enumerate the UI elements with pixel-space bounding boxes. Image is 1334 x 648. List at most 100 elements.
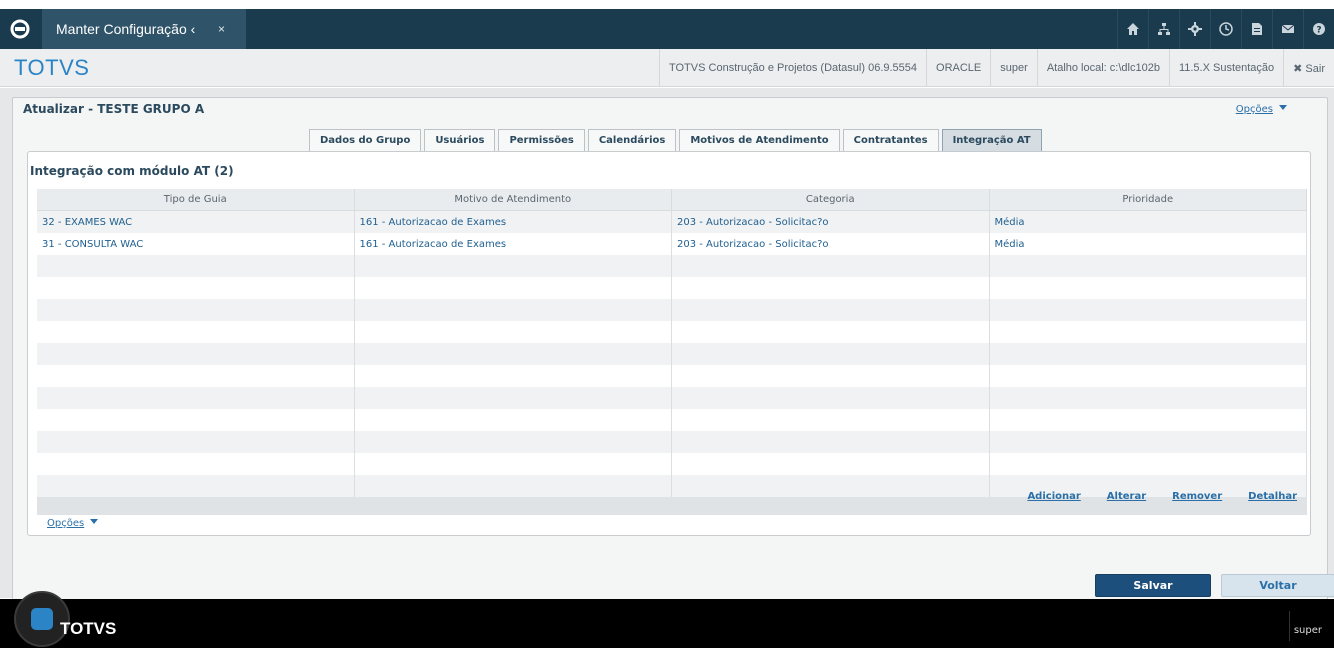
database-name: ORACLE — [926, 49, 990, 87]
table-cell — [355, 255, 672, 277]
table-cell — [37, 475, 355, 497]
table-row[interactable] — [37, 299, 1307, 321]
table-row[interactable] — [37, 453, 1307, 475]
column-header-tipo-de-guia[interactable]: Tipo de Guia — [37, 189, 355, 210]
grid-header: Tipo de Guia Motivo de Atendimento Categ… — [37, 189, 1307, 211]
table-cell — [672, 255, 990, 277]
table-row[interactable] — [37, 365, 1307, 387]
table-row[interactable]: 31 - CONSULTA WAC 161 - Autorizacao de Ex… — [37, 233, 1307, 255]
table-cell: 161 - Autorizacao de Exames — [355, 233, 672, 255]
add-link[interactable]: Adicionar — [1027, 491, 1080, 502]
table-row[interactable] — [37, 409, 1307, 431]
column-header-prioridade[interactable]: Prioridade — [990, 189, 1307, 210]
table-cell — [672, 387, 990, 409]
table-cell — [355, 321, 672, 343]
column-header-categoria[interactable]: Categoria — [672, 189, 990, 210]
back-button[interactable]: Voltar — [1221, 574, 1334, 597]
help-icon[interactable]: ? — [1303, 9, 1334, 49]
table-row[interactable] — [37, 277, 1307, 299]
save-button[interactable]: Salvar — [1095, 574, 1211, 597]
window-tab[interactable]: Manter Configuração ‹ × — [42, 9, 246, 49]
options-menu-bottom[interactable]: Opções — [47, 518, 99, 529]
workspace: Atualizar - TESTE GRUPO A Opções Dados d… — [0, 88, 1334, 601]
table-cell — [37, 321, 355, 343]
brand-name: TOTVS — [14, 55, 90, 80]
table-cell — [990, 453, 1307, 475]
svg-text:?: ? — [1316, 26, 1321, 36]
table-cell — [990, 387, 1307, 409]
section-title: Integração com módulo AT (2) — [30, 164, 234, 178]
document-icon[interactable] — [1241, 9, 1272, 49]
table-cell: 203 - Autorizacao - Solicitac?o — [672, 233, 990, 255]
tab-dados-do-grupo[interactable]: Dados do Grupo — [309, 129, 422, 151]
table-cell — [990, 409, 1307, 431]
sitemap-icon[interactable] — [1148, 9, 1179, 49]
window-tab-title: Manter Configuração ‹ — [56, 21, 196, 37]
exit-button[interactable]: ✖ Sair — [1283, 49, 1334, 87]
table-cell — [990, 299, 1307, 321]
options-menu-top[interactable]: Opções — [1236, 104, 1287, 115]
table-cell — [355, 453, 672, 475]
table-row[interactable] — [37, 387, 1307, 409]
table-row[interactable] — [37, 431, 1307, 453]
detail-link[interactable]: Detalhar — [1248, 491, 1297, 502]
table-cell — [672, 277, 990, 299]
table-cell — [355, 387, 672, 409]
app-menu-button[interactable] — [0, 9, 40, 49]
tab-strip: Dados do Grupo Usuários Permissões Calen… — [309, 129, 1045, 151]
column-header-motivo[interactable]: Motivo de Atendimento — [355, 189, 672, 210]
caret-down-icon — [90, 519, 99, 524]
table-cell — [37, 343, 355, 365]
table-row[interactable] — [37, 255, 1307, 277]
session-info: TOTVS Construção e Projetos (Datasul) 06… — [658, 49, 1334, 87]
table-cell — [355, 431, 672, 453]
header-bar: TOTVS TOTVS Construção e Projetos (Datas… — [0, 49, 1334, 87]
table-cell: Média — [990, 233, 1307, 255]
table-cell: 32 - EXAMES WAC — [37, 211, 355, 233]
table-cell — [672, 365, 990, 387]
tab-integracao-at[interactable]: Integração AT — [941, 129, 1042, 151]
totvs-logo-icon — [10, 19, 30, 39]
table-cell — [355, 343, 672, 365]
page-title: Atualizar - TESTE GRUPO A — [23, 102, 205, 116]
table-cell — [37, 277, 355, 299]
table-cell — [37, 299, 355, 321]
gear-icon[interactable] — [1179, 9, 1210, 49]
table-cell — [355, 365, 672, 387]
tab-motivos-de-atendimento[interactable]: Motivos de Atendimento — [679, 129, 840, 151]
mail-icon[interactable] — [1272, 9, 1303, 49]
table-cell: Média — [990, 211, 1307, 233]
table-cell — [37, 255, 355, 277]
top-icons: ? — [1117, 9, 1334, 49]
table-row[interactable] — [37, 321, 1307, 343]
grid-body: 32 - EXAMES WAC 161 - Autorizacao de Exam… — [37, 211, 1307, 497]
table-cell — [990, 321, 1307, 343]
table-cell — [355, 299, 672, 321]
tab-calendarios[interactable]: Calendários — [587, 129, 677, 151]
edit-link[interactable]: Alterar — [1107, 491, 1146, 502]
table-cell — [672, 321, 990, 343]
table-cell: 203 - Autorizacao - Solicitac?o — [672, 211, 990, 233]
table-cell — [990, 343, 1307, 365]
table-cell — [990, 365, 1307, 387]
table-cell: 161 - Autorizacao de Exames — [355, 211, 672, 233]
table-row[interactable]: 32 - EXAMES WAC 161 - Autorizacao de Exam… — [37, 211, 1307, 233]
remove-link[interactable]: Remover — [1172, 491, 1222, 502]
table-cell — [990, 431, 1307, 453]
local-shortcut: Atalho local: c:\dlc102b — [1036, 49, 1169, 87]
footer-brand: TOTVS — [60, 619, 117, 638]
grid-actions: Adicionar Alterar Remover Detalhar — [1027, 491, 1297, 502]
table-cell — [672, 475, 990, 497]
tab-usuarios[interactable]: Usuários — [424, 129, 496, 151]
table-cell — [672, 431, 990, 453]
footer-divider — [1289, 611, 1290, 641]
table-row[interactable] — [37, 343, 1307, 365]
table-cell — [990, 255, 1307, 277]
home-icon[interactable] — [1117, 9, 1148, 49]
footer-user: super — [1293, 625, 1322, 636]
table-cell — [355, 409, 672, 431]
clock-icon[interactable] — [1210, 9, 1241, 49]
close-tab-icon[interactable]: × — [218, 22, 225, 36]
tab-contratantes[interactable]: Contratantes — [842, 129, 939, 151]
tab-permissoes[interactable]: Permissões — [498, 129, 585, 151]
